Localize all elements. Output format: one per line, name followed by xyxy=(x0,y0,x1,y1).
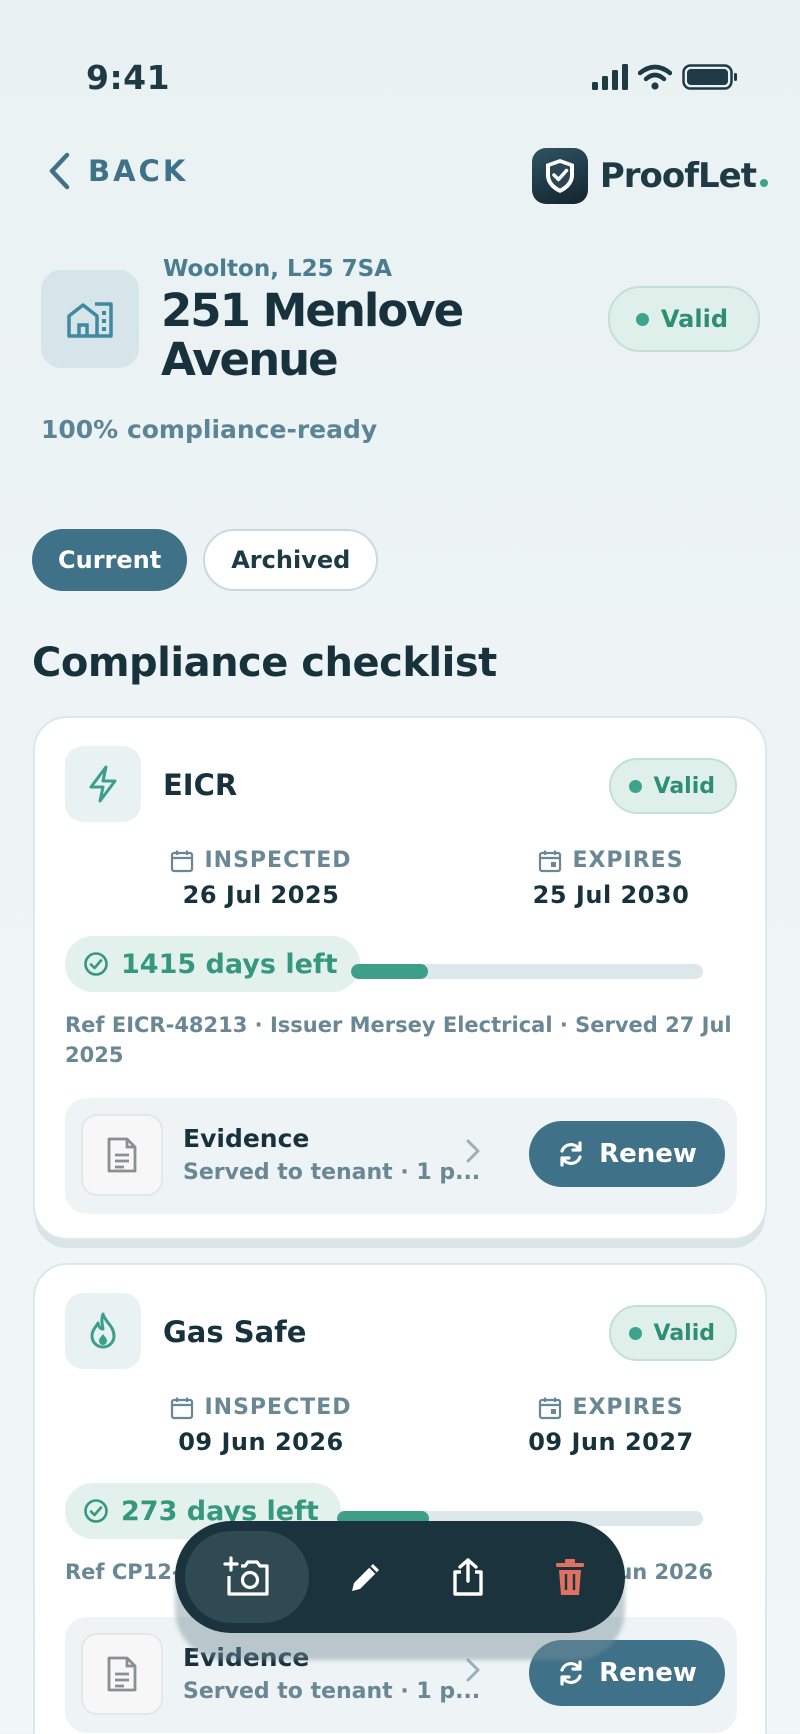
edit-icon xyxy=(352,1564,379,1591)
certificate-card-eicr[interactable]: EICR Valid INSPECTED 26 Jul 2025 EXPIRES… xyxy=(33,716,767,1240)
status-dot xyxy=(628,1326,642,1340)
evidence-row[interactable]: Evidence Served to tenant · 1 p... Renew xyxy=(65,1098,737,1214)
status-dot xyxy=(628,779,642,793)
expires-label: EXPIRES xyxy=(572,1395,684,1420)
reference-start: Ref CP12- xyxy=(65,1560,181,1584)
status-icons xyxy=(592,64,738,90)
inspected-label: INSPECTED xyxy=(204,1395,352,1420)
refresh-icon xyxy=(560,1141,582,1167)
status-badge-label: Valid xyxy=(653,1320,716,1346)
document-icon xyxy=(81,1114,163,1196)
status-time: 9:41 xyxy=(86,58,171,97)
expires-value: 25 Jul 2030 xyxy=(532,881,690,909)
check-circle-icon xyxy=(84,952,108,976)
signal-icon xyxy=(592,64,628,90)
certificate-title: EICR xyxy=(163,768,238,802)
delete-button[interactable] xyxy=(519,1531,621,1623)
compliance-summary: 100% compliance-ready xyxy=(41,415,378,444)
evidence-subtitle: Served to tenant · 1 p... xyxy=(183,1160,481,1185)
inspected-value: 26 Jul 2025 xyxy=(182,881,340,909)
calendar-event-icon xyxy=(539,850,562,872)
check-circle-icon xyxy=(84,1499,108,1523)
status-badge: Valid xyxy=(607,286,760,352)
inspected-date: INSPECTED 26 Jul 2025 xyxy=(131,848,391,909)
evidence-title: Evidence xyxy=(183,1124,310,1153)
reference-end: Jun 2026 xyxy=(609,1560,713,1584)
calendar-icon xyxy=(171,850,194,872)
calendar-event-icon xyxy=(539,1397,562,1419)
brand-dot xyxy=(760,179,768,187)
status-badge-label: Valid xyxy=(660,305,728,333)
calendar-icon xyxy=(171,1397,194,1419)
renew-label: Renew xyxy=(599,1139,697,1169)
status-badge-label: Valid xyxy=(653,773,716,799)
inspected-date: INSPECTED 09 Jun 2026 xyxy=(131,1395,391,1456)
renew-label: Renew xyxy=(599,1658,697,1688)
document-icon xyxy=(81,1633,163,1715)
action-toolbar xyxy=(175,1521,625,1633)
chevron-right-icon xyxy=(466,1139,480,1163)
expires-date: EXPIRES 25 Jul 2030 xyxy=(481,848,741,909)
certificate-title: Gas Safe xyxy=(163,1315,307,1349)
certificate-reference: Ref EICR-48213 · Issuer Mersey Electrica… xyxy=(65,1013,732,1067)
brand-name: ProofLet xyxy=(599,156,757,196)
add-photo-icon xyxy=(223,1556,269,1596)
property-title: 251 Menlove Avenue xyxy=(161,284,464,386)
status-dot xyxy=(635,312,649,326)
tab-current[interactable]: Current xyxy=(32,529,188,591)
flame-icon xyxy=(65,1293,141,1369)
validity-progress xyxy=(351,964,703,979)
expires-value: 09 Jun 2027 xyxy=(528,1428,694,1456)
chevron-left-icon xyxy=(49,152,70,190)
share-icon xyxy=(453,1558,483,1596)
edit-button[interactable] xyxy=(315,1531,417,1623)
back-button[interactable]: BACK xyxy=(48,152,188,190)
chevron-right-icon xyxy=(466,1658,480,1682)
section-title: Compliance checklist xyxy=(32,640,497,686)
delete-icon xyxy=(556,1559,584,1595)
building-icon xyxy=(41,270,139,368)
inspected-value: 09 Jun 2026 xyxy=(178,1428,344,1456)
refresh-icon xyxy=(560,1660,582,1686)
days-left-pill: 1415 days left xyxy=(65,936,360,992)
add-photo-button[interactable] xyxy=(185,1531,309,1623)
certificate-card-gas-safe[interactable]: Gas Safe Valid INSPECTED 09 Jun 2026 EXP… xyxy=(33,1263,767,1734)
wifi-icon xyxy=(638,64,672,90)
tab-bar: Current Archived xyxy=(32,529,379,591)
evidence-subtitle: Served to tenant · 1 p... xyxy=(183,1679,481,1704)
validity-progress-fill xyxy=(351,964,429,979)
renew-button[interactable]: Renew xyxy=(529,1121,725,1187)
status-badge: Valid xyxy=(608,758,737,814)
expires-label: EXPIRES xyxy=(572,848,684,873)
battery-icon xyxy=(682,64,737,90)
days-left-label: 1415 days left xyxy=(121,948,338,980)
status-badge: Valid xyxy=(608,1305,737,1361)
share-button[interactable] xyxy=(417,1531,519,1623)
brand: ProofLet xyxy=(531,148,768,204)
shield-check-icon xyxy=(531,148,588,204)
property-locality: Woolton, L25 7SA xyxy=(163,256,392,282)
expires-date: EXPIRES 09 Jun 2027 xyxy=(481,1395,741,1456)
inspected-label: INSPECTED xyxy=(204,848,352,873)
lightning-icon xyxy=(65,746,141,822)
back-label: BACK xyxy=(88,154,189,188)
tab-archived[interactable]: Archived xyxy=(203,529,379,591)
